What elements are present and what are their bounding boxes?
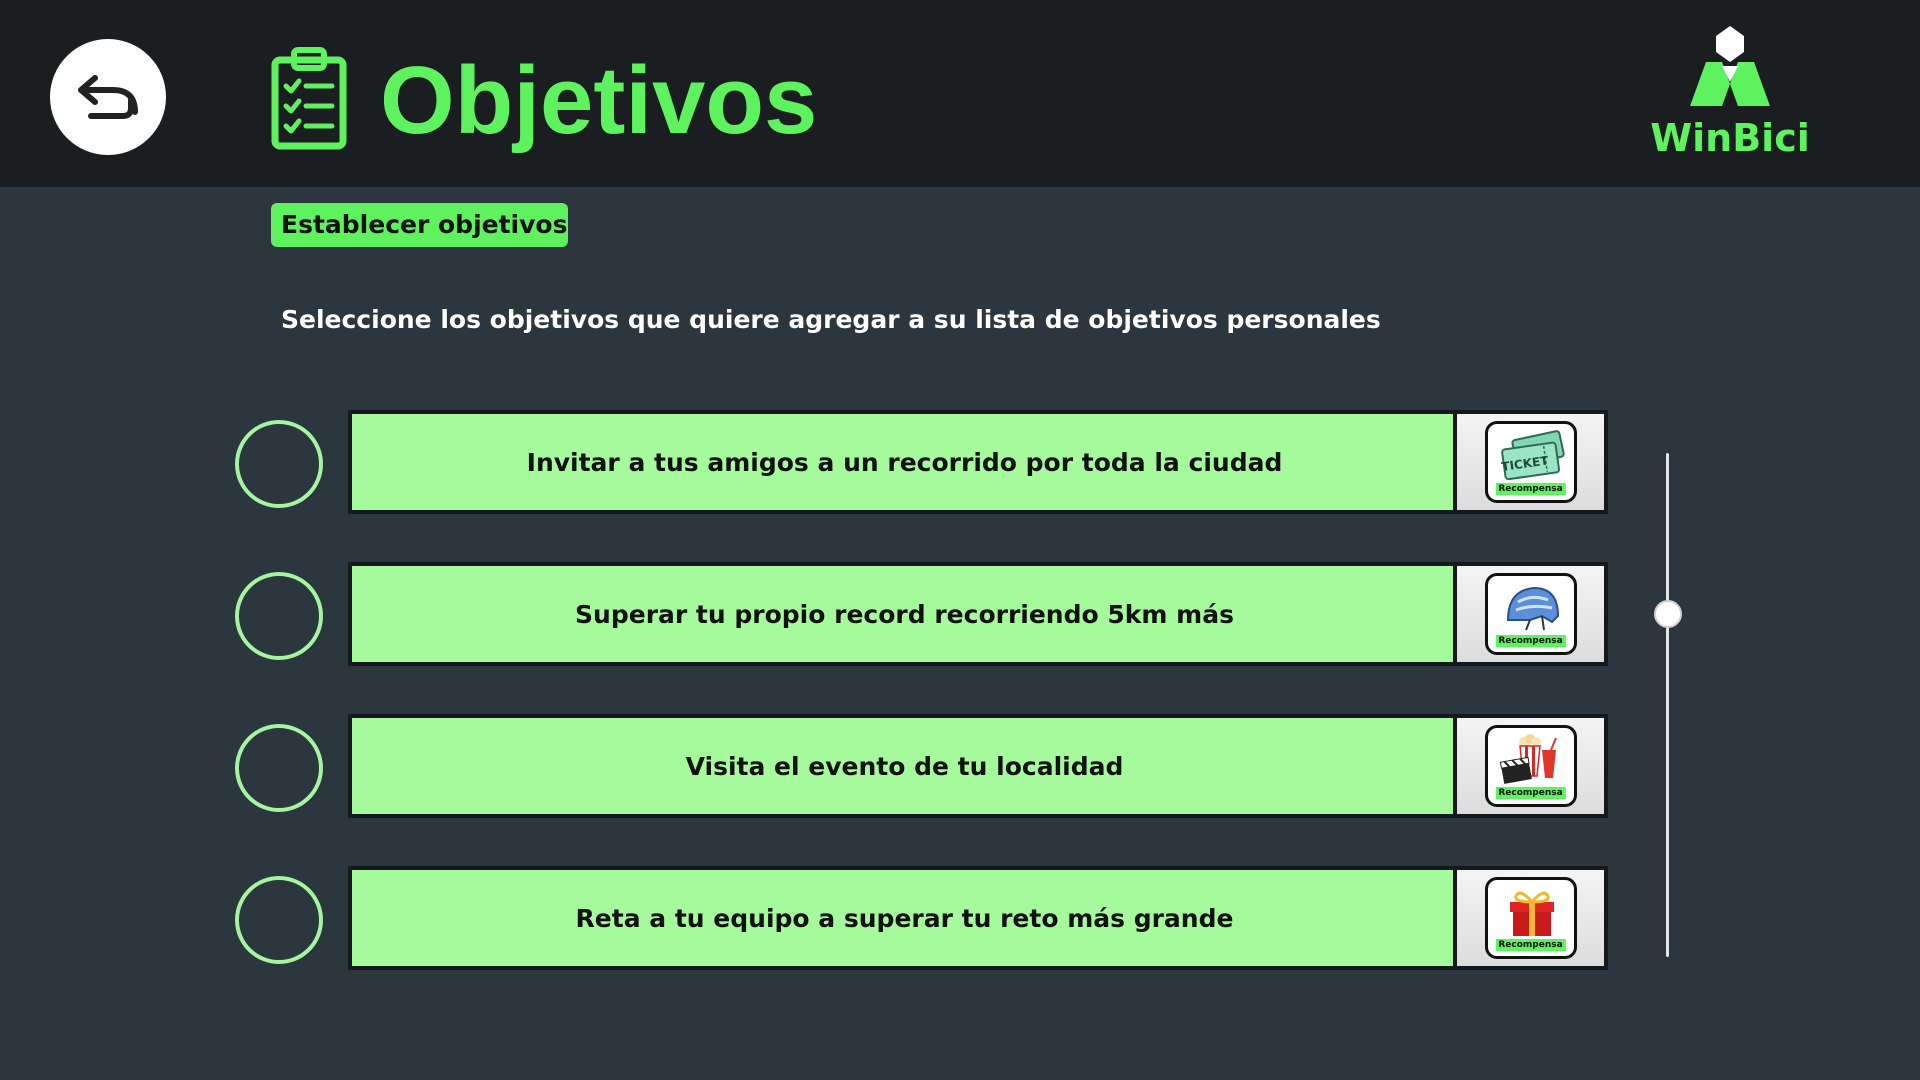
back-button[interactable] [50,39,166,155]
goal-row: Visita el evento de tu localidad Recompe… [0,714,1920,818]
winbici-logo-icon [1690,26,1770,106]
goal-label: Visita el evento de tu localidad [685,751,1124,781]
goal-select-radio[interactable] [235,420,323,508]
scrollbar-track[interactable] [1666,453,1669,957]
back-arrow-icon [78,75,138,119]
goal-card[interactable]: Visita el evento de tu localidad Recompe… [348,714,1608,818]
scrollbar-thumb[interactable] [1654,600,1682,628]
reward-label: Recompensa [1495,787,1566,799]
reward-box: Recompensa [1453,718,1604,814]
movie-popcorn-icon [1499,734,1557,784]
bike-helmet-icon [1506,586,1559,631]
instructions-text: Seleccione los objetivos que quiere agre… [281,305,1381,334]
goal-select-radio[interactable] [235,876,323,964]
goal-card[interactable]: Superar tu propio record recorriendo 5km… [348,562,1608,666]
reward-label: Recompensa [1495,939,1566,951]
reward-box: Recompensa [1453,566,1604,662]
reward-badge: TICK TICKET Recompensa [1484,421,1577,503]
reward-badge: Recompensa [1484,573,1577,655]
goal-card[interactable]: Invitar a tus amigos a un recorrido por … [348,410,1608,514]
brand-name: WinBici [1650,116,1810,160]
reward-box: Recompensa [1453,870,1604,966]
header-bar: Objetivos WinBici [0,0,1920,187]
clipboard-checklist-icon [271,47,347,150]
goal-card[interactable]: Reta a tu equipo a superar tu reto más g… [348,866,1608,970]
ticket-icon: TICK TICKET [1500,430,1565,481]
goal-row: Reta a tu equipo a superar tu reto más g… [0,866,1920,970]
goal-label: Superar tu propio record recorriendo 5km… [575,599,1234,629]
goal-label: Reta a tu equipo a superar tu reto más g… [575,903,1234,933]
page-title: Objetivos [380,47,818,154]
goal-row: Superar tu propio record recorriendo 5km… [0,562,1920,666]
goal-select-radio[interactable] [235,724,323,812]
gift-box-icon [1509,891,1554,936]
brand-logo: WinBici [1640,24,1820,164]
goal-label: Invitar a tus amigos a un recorrido por … [526,447,1283,477]
section-label: Establecer objetivos [271,203,568,247]
reward-badge: Recompensa [1484,725,1577,807]
reward-box: TICK TICKET Recompensa [1453,414,1604,510]
goal-select-radio[interactable] [235,572,323,660]
reward-label: Recompensa [1495,483,1566,495]
reward-badge: Recompensa [1484,877,1577,959]
goal-row: Invitar a tus amigos a un recorrido por … [0,410,1920,514]
reward-label: Recompensa [1495,635,1566,647]
